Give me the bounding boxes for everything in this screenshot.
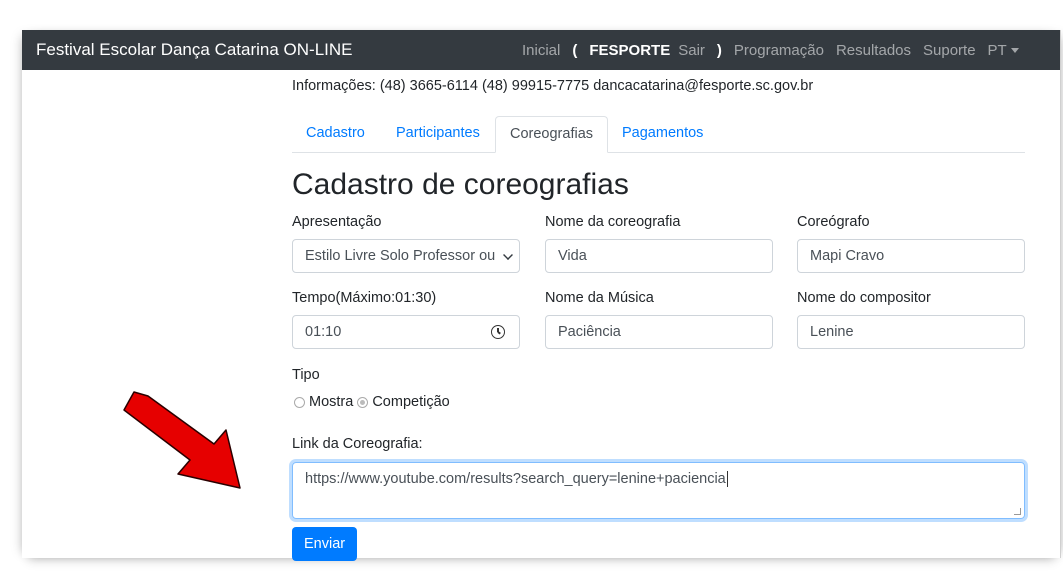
nav-inicial[interactable]: Inicial	[522, 42, 560, 59]
resize-grip-icon[interactable]	[1014, 508, 1021, 515]
nav-user: FESPORTE	[589, 41, 671, 59]
select-chevron-icon	[503, 250, 513, 260]
radio-mostra-label: Mostra	[309, 394, 354, 410]
link-value: https://www.youtube.com/results?search_q…	[305, 471, 726, 487]
navbar: Festival Escolar Dança Catarina ON-LINE …	[22, 30, 1060, 70]
nav-close-paren: )	[716, 41, 722, 59]
tab-coreografias[interactable]: Coreografias	[495, 116, 609, 153]
nome-coreografia-label: Nome da coreografia	[545, 214, 681, 230]
contact-info: Informações: (48) 3665-6114 (48) 99915-7…	[292, 78, 814, 94]
language-label: PT	[987, 41, 1007, 59]
clock-icon[interactable]	[491, 325, 505, 339]
page-title: Cadastro de coreografias	[292, 168, 629, 201]
link-textarea[interactable]: https://www.youtube.com/results?search_q…	[292, 462, 1025, 519]
tipo-label: Tipo	[292, 367, 320, 383]
apresentacao-label: Apresentação	[292, 214, 382, 230]
tempo-value: 01:10	[305, 324, 342, 340]
nome-musica-label: Nome da Música	[545, 290, 654, 306]
language-dropdown[interactable]: PT	[988, 42, 1019, 59]
coreografo-input[interactable]: Mapi Cravo	[797, 239, 1025, 273]
nav-programacao[interactable]: Programação	[734, 42, 824, 59]
text-cursor	[726, 471, 728, 488]
radio-competicao[interactable]	[357, 396, 369, 408]
red-arrow-annotation	[123, 391, 241, 489]
radio-competicao-label: Competição	[372, 394, 450, 410]
nav-links: Inicial ( FESPORTE Sair ) Programação Re…	[522, 30, 1019, 70]
brand[interactable]: Festival Escolar Dança Catarina ON-LINE	[36, 30, 353, 70]
nav-suporte[interactable]: Suporte	[923, 42, 976, 59]
tab-bar: Cadastro Participantes Coreografias Paga…	[292, 116, 1025, 153]
apresentacao-value: Estilo Livre Solo Professor ou	[305, 248, 496, 264]
tab-pagamentos[interactable]: Pagamentos	[608, 116, 717, 151]
apresentacao-select[interactable]: Estilo Livre Solo Professor ou	[292, 239, 520, 273]
nav-open-paren: (	[572, 41, 578, 59]
tab-participantes[interactable]: Participantes	[382, 116, 494, 151]
caret-down-icon	[1010, 47, 1019, 53]
tab-cadastro[interactable]: Cadastro	[292, 116, 379, 151]
nome-coreografia-input[interactable]: Vida	[545, 239, 773, 273]
tempo-input[interactable]: 01:10	[292, 315, 520, 349]
compositor-label: Nome do compositor	[797, 290, 931, 306]
nome-musica-input[interactable]: Paciência	[545, 315, 773, 349]
link-label: Link da Coreografia:	[292, 436, 423, 452]
submit-button[interactable]: Enviar	[292, 527, 358, 561]
radio-mostra[interactable]	[294, 396, 305, 408]
compositor-input[interactable]: Lenine	[797, 315, 1025, 349]
nav-resultados[interactable]: Resultados	[836, 42, 911, 59]
coreografo-label: Coreógrafo	[797, 214, 870, 230]
tempo-label: Tempo(Máximo:01:30)	[292, 290, 437, 306]
nav-sair[interactable]: Sair	[678, 42, 705, 59]
tipo-radio-group: Mostra Competição	[292, 394, 450, 410]
